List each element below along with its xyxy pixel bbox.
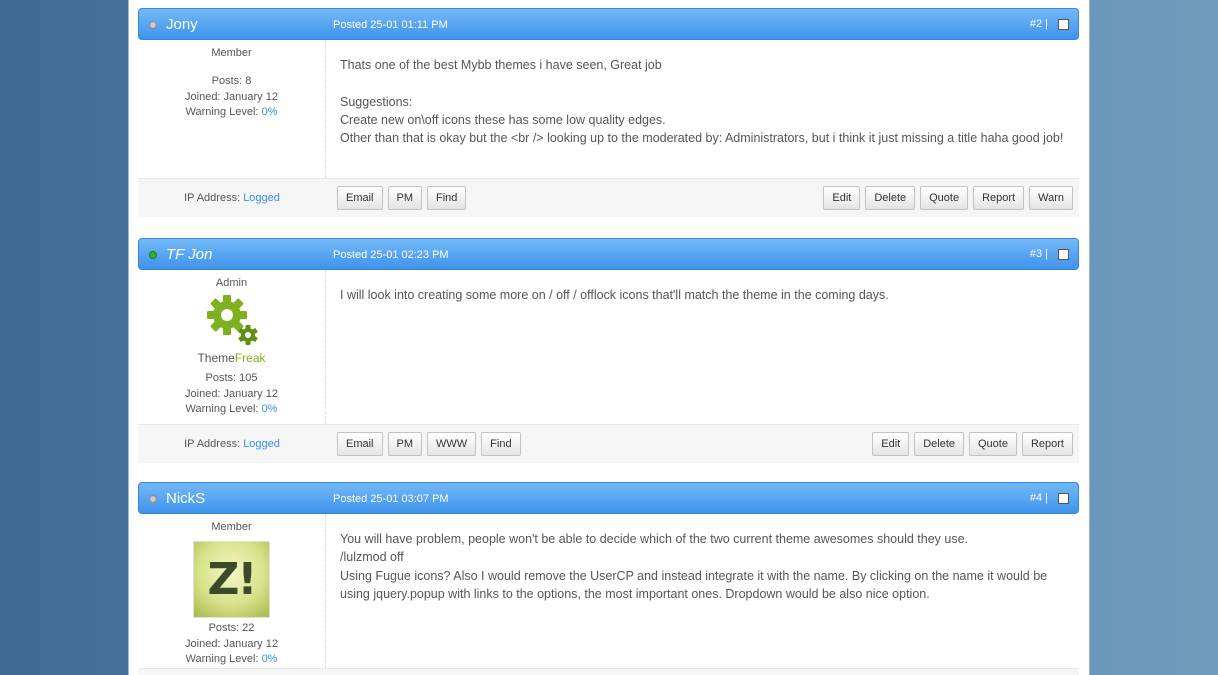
post-select-checkbox[interactable] xyxy=(1058,19,1069,30)
post-number-link[interactable]: #2 | xyxy=(1030,18,1048,30)
delete-button[interactable]: Delete xyxy=(865,186,916,210)
delete-button[interactable]: Delete xyxy=(914,432,964,456)
offline-status-icon xyxy=(149,21,157,29)
author-info: Member Posts: 8 Joined: January 12 Warni… xyxy=(138,40,326,178)
post-date: Posted 25-01 02:23 PM xyxy=(333,249,449,261)
author-info: Admin ThemeFreak Posts: 105 Joined: Janu… xyxy=(138,270,326,424)
author-info: Member Z! Posts: 22 Joined: January 12 W… xyxy=(138,514,326,668)
warning-level-link[interactable]: 0% xyxy=(262,403,278,415)
post-count: Posts: 105 xyxy=(205,372,258,384)
offline-status-icon xyxy=(149,495,157,503)
edit-button[interactable]: Edit xyxy=(872,432,910,456)
post-header: Jony Posted 25-01 01:11 PM #2 | xyxy=(138,8,1079,40)
www-button[interactable]: WWW xyxy=(427,432,477,456)
post-3: TF Jon Posted 25-01 02:23 PM #3 | Admin xyxy=(138,238,1079,463)
report-button[interactable]: Report xyxy=(1021,432,1073,456)
ip-logged-link[interactable]: Logged xyxy=(243,438,280,450)
post-footer: IP Address: Logged Email PM WWW Find Edi… xyxy=(138,424,1079,463)
joined-date: Joined: January 12 xyxy=(185,637,278,650)
username-link[interactable]: NickS xyxy=(166,490,205,507)
post-footer xyxy=(138,668,1079,675)
find-button[interactable]: Find xyxy=(427,186,467,210)
post-count: Posts: 22 xyxy=(208,622,255,634)
report-button[interactable]: Report xyxy=(973,186,1025,210)
warning-level: Warning Level: 0% xyxy=(185,403,278,415)
post-number-link[interactable]: #4 | xyxy=(1030,492,1048,504)
post-count: Posts: 8 xyxy=(211,75,252,87)
brand-logo-text: ThemeFreak xyxy=(197,351,266,365)
warn-button[interactable]: Warn xyxy=(1029,186,1073,210)
post-message: I will look into creating some more on /… xyxy=(340,288,889,302)
ip-logged-link[interactable]: Logged xyxy=(243,192,280,204)
joined-date: Joined: January 12 xyxy=(185,90,278,103)
post-body: Admin ThemeFreak Posts: 105 Joined: Janu… xyxy=(138,270,1079,424)
quote-button[interactable]: Quote xyxy=(920,186,969,210)
post-header: NickS Posted 25-01 03:07 PM #4 | xyxy=(138,482,1079,514)
warning-level-link[interactable]: 0% xyxy=(262,653,278,665)
gear-logo-icon xyxy=(202,293,262,349)
ip-address: IP Address: Logged xyxy=(184,438,280,450)
quote-button[interactable]: Quote xyxy=(969,432,1017,456)
edit-button[interactable]: Edit xyxy=(823,186,861,210)
post-message: Thats one of the best Mybb themes i have… xyxy=(340,58,1064,146)
post-select-checkbox[interactable] xyxy=(1058,249,1069,260)
username-link[interactable]: Jony xyxy=(166,16,198,33)
online-status-icon xyxy=(149,251,157,259)
forum-page: Jony Posted 25-01 01:11 PM #2 | Member P… xyxy=(128,0,1090,675)
warning-level-link[interactable]: 0% xyxy=(262,106,278,118)
find-button[interactable]: Find xyxy=(481,432,521,456)
email-button[interactable]: Email xyxy=(337,432,383,456)
post-2: Jony Posted 25-01 01:11 PM #2 | Member P… xyxy=(138,8,1079,217)
post-date: Posted 25-01 03:07 PM xyxy=(333,493,449,505)
post-body: Member Z! Posts: 22 Joined: January 12 W… xyxy=(138,514,1079,668)
user-role: Admin xyxy=(215,277,248,289)
warning-level: Warning Level: 0% xyxy=(185,106,278,118)
user-role: Member xyxy=(211,47,252,59)
post-body: Member Posts: 8 Joined: January 12 Warni… xyxy=(138,40,1079,178)
email-button[interactable]: Email xyxy=(337,186,383,210)
username-link[interactable]: TF Jon xyxy=(166,246,212,263)
ip-address: IP Address: Logged xyxy=(184,192,280,204)
pm-button[interactable]: PM xyxy=(387,186,423,210)
joined-date: Joined: January 12 xyxy=(185,387,278,400)
post-header: TF Jon Posted 25-01 02:23 PM #3 | xyxy=(138,238,1079,270)
pm-button[interactable]: PM xyxy=(387,432,423,456)
warning-level: Warning Level: 0% xyxy=(185,653,278,665)
avatar: Z! xyxy=(193,541,270,618)
user-role: Member xyxy=(211,521,252,533)
post-4: NickS Posted 25-01 03:07 PM #4 | Member … xyxy=(138,482,1079,675)
post-footer: IP Address: Logged Email PM Find Edit De… xyxy=(138,178,1079,217)
post-number-link[interactable]: #3 | xyxy=(1030,248,1048,260)
post-message: You will have problem, people won't be a… xyxy=(340,532,1048,601)
post-select-checkbox[interactable] xyxy=(1058,493,1069,504)
post-date: Posted 25-01 01:11 PM xyxy=(333,19,448,31)
